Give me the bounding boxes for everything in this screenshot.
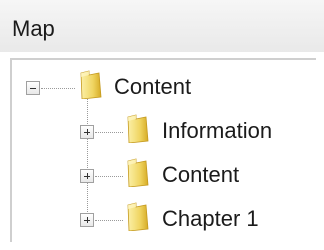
tree-connector <box>95 220 123 221</box>
tree-connector <box>41 88 75 89</box>
tree-node-label: Content <box>114 74 192 99</box>
tree-node-root[interactable]: Content <box>12 70 312 104</box>
folder-icon <box>127 158 149 187</box>
tree-node-label: Content <box>162 162 240 187</box>
expand-icon[interactable] <box>80 169 94 183</box>
tree-node-label: Chapter 1 <box>162 206 259 231</box>
map-panel: Map Content Information Content Chapter … <box>0 0 324 250</box>
tree-node-information[interactable]: Information <box>12 114 312 148</box>
tree-view: Content Information Content Chapter 1 <box>10 58 316 242</box>
tree-connector <box>95 132 123 133</box>
expand-icon[interactable] <box>80 213 94 227</box>
tree-content: Content Information Content Chapter 1 <box>12 60 316 242</box>
panel-header: Map <box>0 0 324 52</box>
tree-connector <box>95 176 123 177</box>
folder-icon <box>127 202 149 231</box>
folder-icon <box>80 70 102 99</box>
folder-icon <box>127 114 149 143</box>
expand-icon[interactable] <box>80 125 94 139</box>
collapse-icon[interactable] <box>26 81 40 95</box>
tree-node-chapter-1[interactable]: Chapter 1 <box>12 202 312 236</box>
tree-node-label: Information <box>162 118 273 143</box>
tree-node-content[interactable]: Content <box>12 158 312 192</box>
panel-title: Map <box>12 16 55 41</box>
